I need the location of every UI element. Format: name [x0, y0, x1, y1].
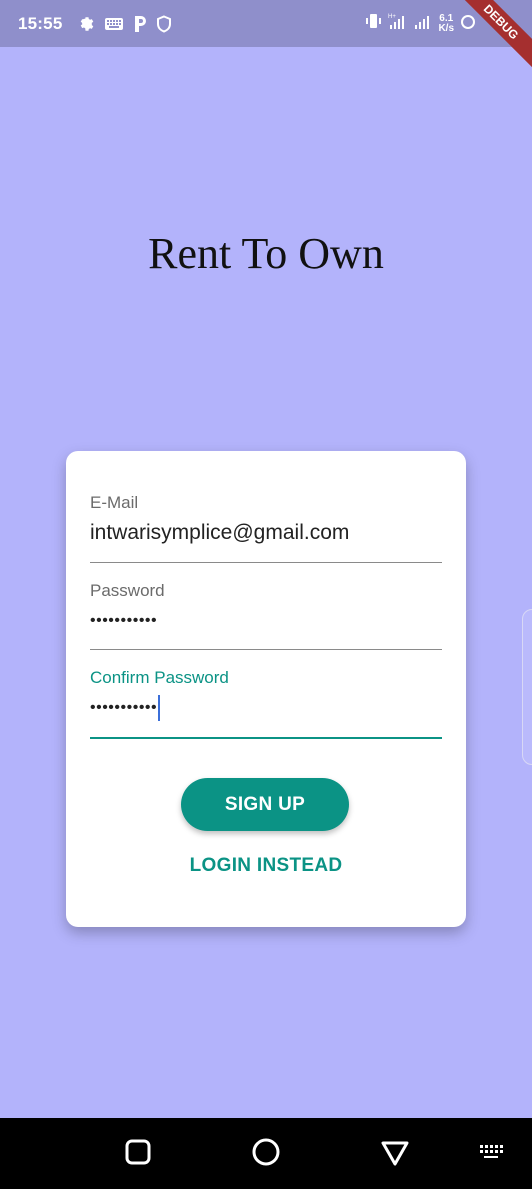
signup-button[interactable]: SIGN UP	[181, 778, 349, 831]
signal-icon: H+	[388, 12, 408, 35]
status-bar: 15:55 H+ 6.1 K/s DEBUG	[0, 0, 532, 76]
net-speed-value: 6.1	[439, 12, 454, 24]
text-cursor	[158, 695, 161, 721]
email-field[interactable]: E-Mail intwarisymplice@gmail.com	[90, 493, 442, 563]
navigation-bar	[0, 1118, 532, 1189]
password-label: Password	[90, 581, 165, 600]
email-underline	[90, 562, 442, 563]
vibrate-icon	[364, 12, 382, 35]
p-app-icon	[132, 15, 148, 33]
status-icons	[78, 14, 172, 33]
net-speed-unit: K/s	[438, 22, 454, 34]
confirm-password-value: •••••••••••	[90, 699, 158, 716]
square-recents-icon[interactable]	[124, 1138, 152, 1171]
keyboard-icon	[104, 16, 124, 32]
net-speed: 6.1 K/s	[438, 12, 454, 34]
triangle-back-icon[interactable]	[380, 1138, 410, 1173]
keyboard-nav-icon[interactable]	[478, 1142, 504, 1167]
right-status-icons: H+ 6.1 K/s	[364, 0, 476, 47]
password-underline	[90, 649, 442, 650]
email-label: E-Mail	[90, 493, 139, 512]
password-field[interactable]: Password •••••••••••	[90, 581, 442, 650]
email-input[interactable]: intwarisymplice@gmail.com	[90, 519, 442, 547]
edge-panel-handle[interactable]	[522, 609, 532, 765]
signup-card: E-Mail intwarisymplice@gmail.com Passwor…	[66, 451, 466, 927]
confirm-password-label: Confirm Password	[90, 668, 229, 687]
circle-home-icon[interactable]	[251, 1138, 281, 1173]
password-input[interactable]: •••••••••••	[90, 607, 442, 635]
gear-icon	[78, 15, 96, 33]
svg-text:H+: H+	[388, 14, 396, 20]
confirm-password-input[interactable]: •••••••••••	[90, 694, 442, 722]
status-time: 15:55	[18, 13, 63, 33]
shield-icon	[156, 14, 172, 33]
confirm-password-field[interactable]: Confirm Password •••••••••••	[90, 668, 442, 739]
login-instead-link[interactable]: LOGIN INSTEAD	[66, 855, 466, 877]
signal-icon-2	[414, 12, 432, 35]
confirm-password-underline	[90, 737, 442, 739]
alarm-icon	[460, 12, 476, 35]
app-title: Rent To Own	[148, 229, 384, 278]
